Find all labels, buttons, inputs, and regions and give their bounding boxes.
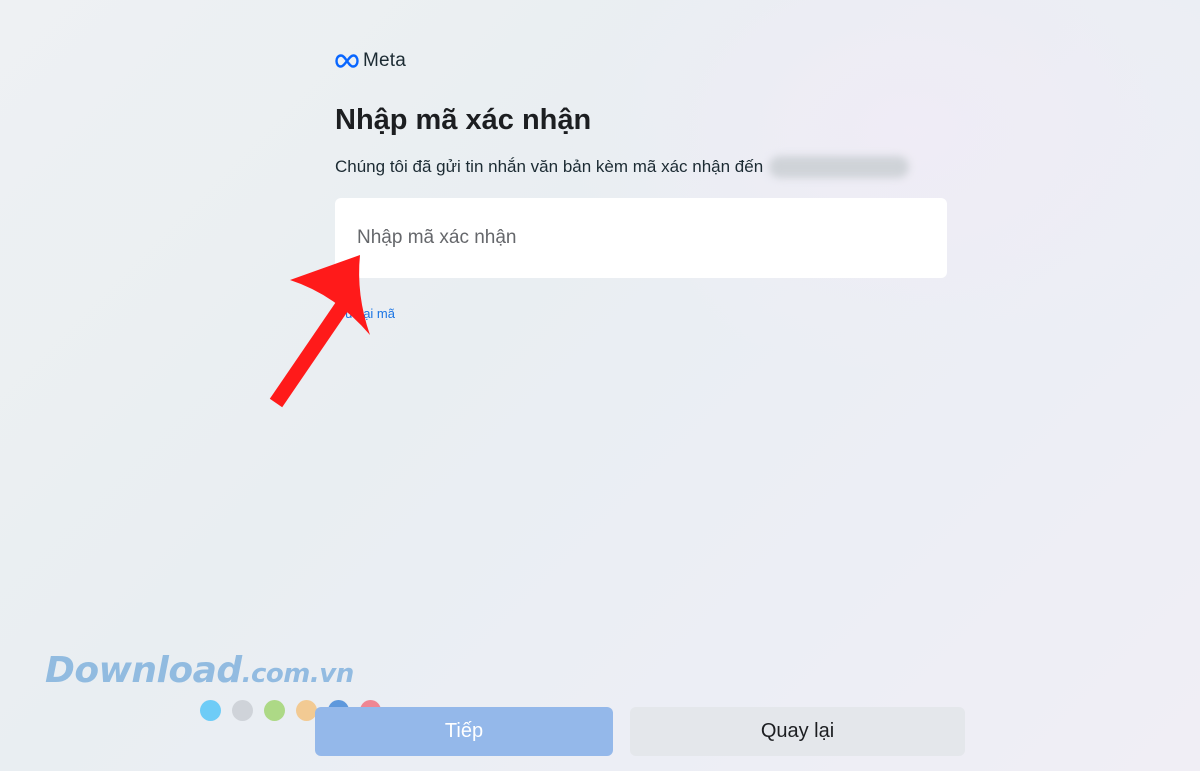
- next-button[interactable]: Tiếp: [315, 707, 613, 756]
- watermark: Download.com.vn: [45, 650, 354, 691]
- page-title: Nhập mã xác nhận: [335, 104, 592, 136]
- subtitle-text: Chúng tôi đã gửi tin nhắn văn bản kèm mã…: [335, 157, 764, 176]
- watermark-domain: .com.vn: [241, 659, 355, 689]
- background-glow: [560, 0, 1200, 380]
- watermark-dot: [264, 700, 285, 721]
- watermark-main: Download: [45, 650, 242, 691]
- back-button[interactable]: Quay lại: [630, 707, 965, 756]
- meta-logo-text: Meta: [363, 50, 407, 71]
- verification-code-input[interactable]: [335, 198, 947, 278]
- subtitle-row: Chúng tôi đã gửi tin nhắn văn bản kèm mã…: [335, 156, 910, 178]
- resend-code-link[interactable]: Gửi lại mã: [335, 306, 395, 321]
- watermark-dot: [296, 700, 317, 721]
- watermark-dot: [200, 700, 221, 721]
- meta-infinity-icon: [335, 54, 359, 68]
- redacted-phone-number: [769, 156, 910, 178]
- watermark-dot: [232, 700, 253, 721]
- meta-logo: Meta: [335, 50, 406, 72]
